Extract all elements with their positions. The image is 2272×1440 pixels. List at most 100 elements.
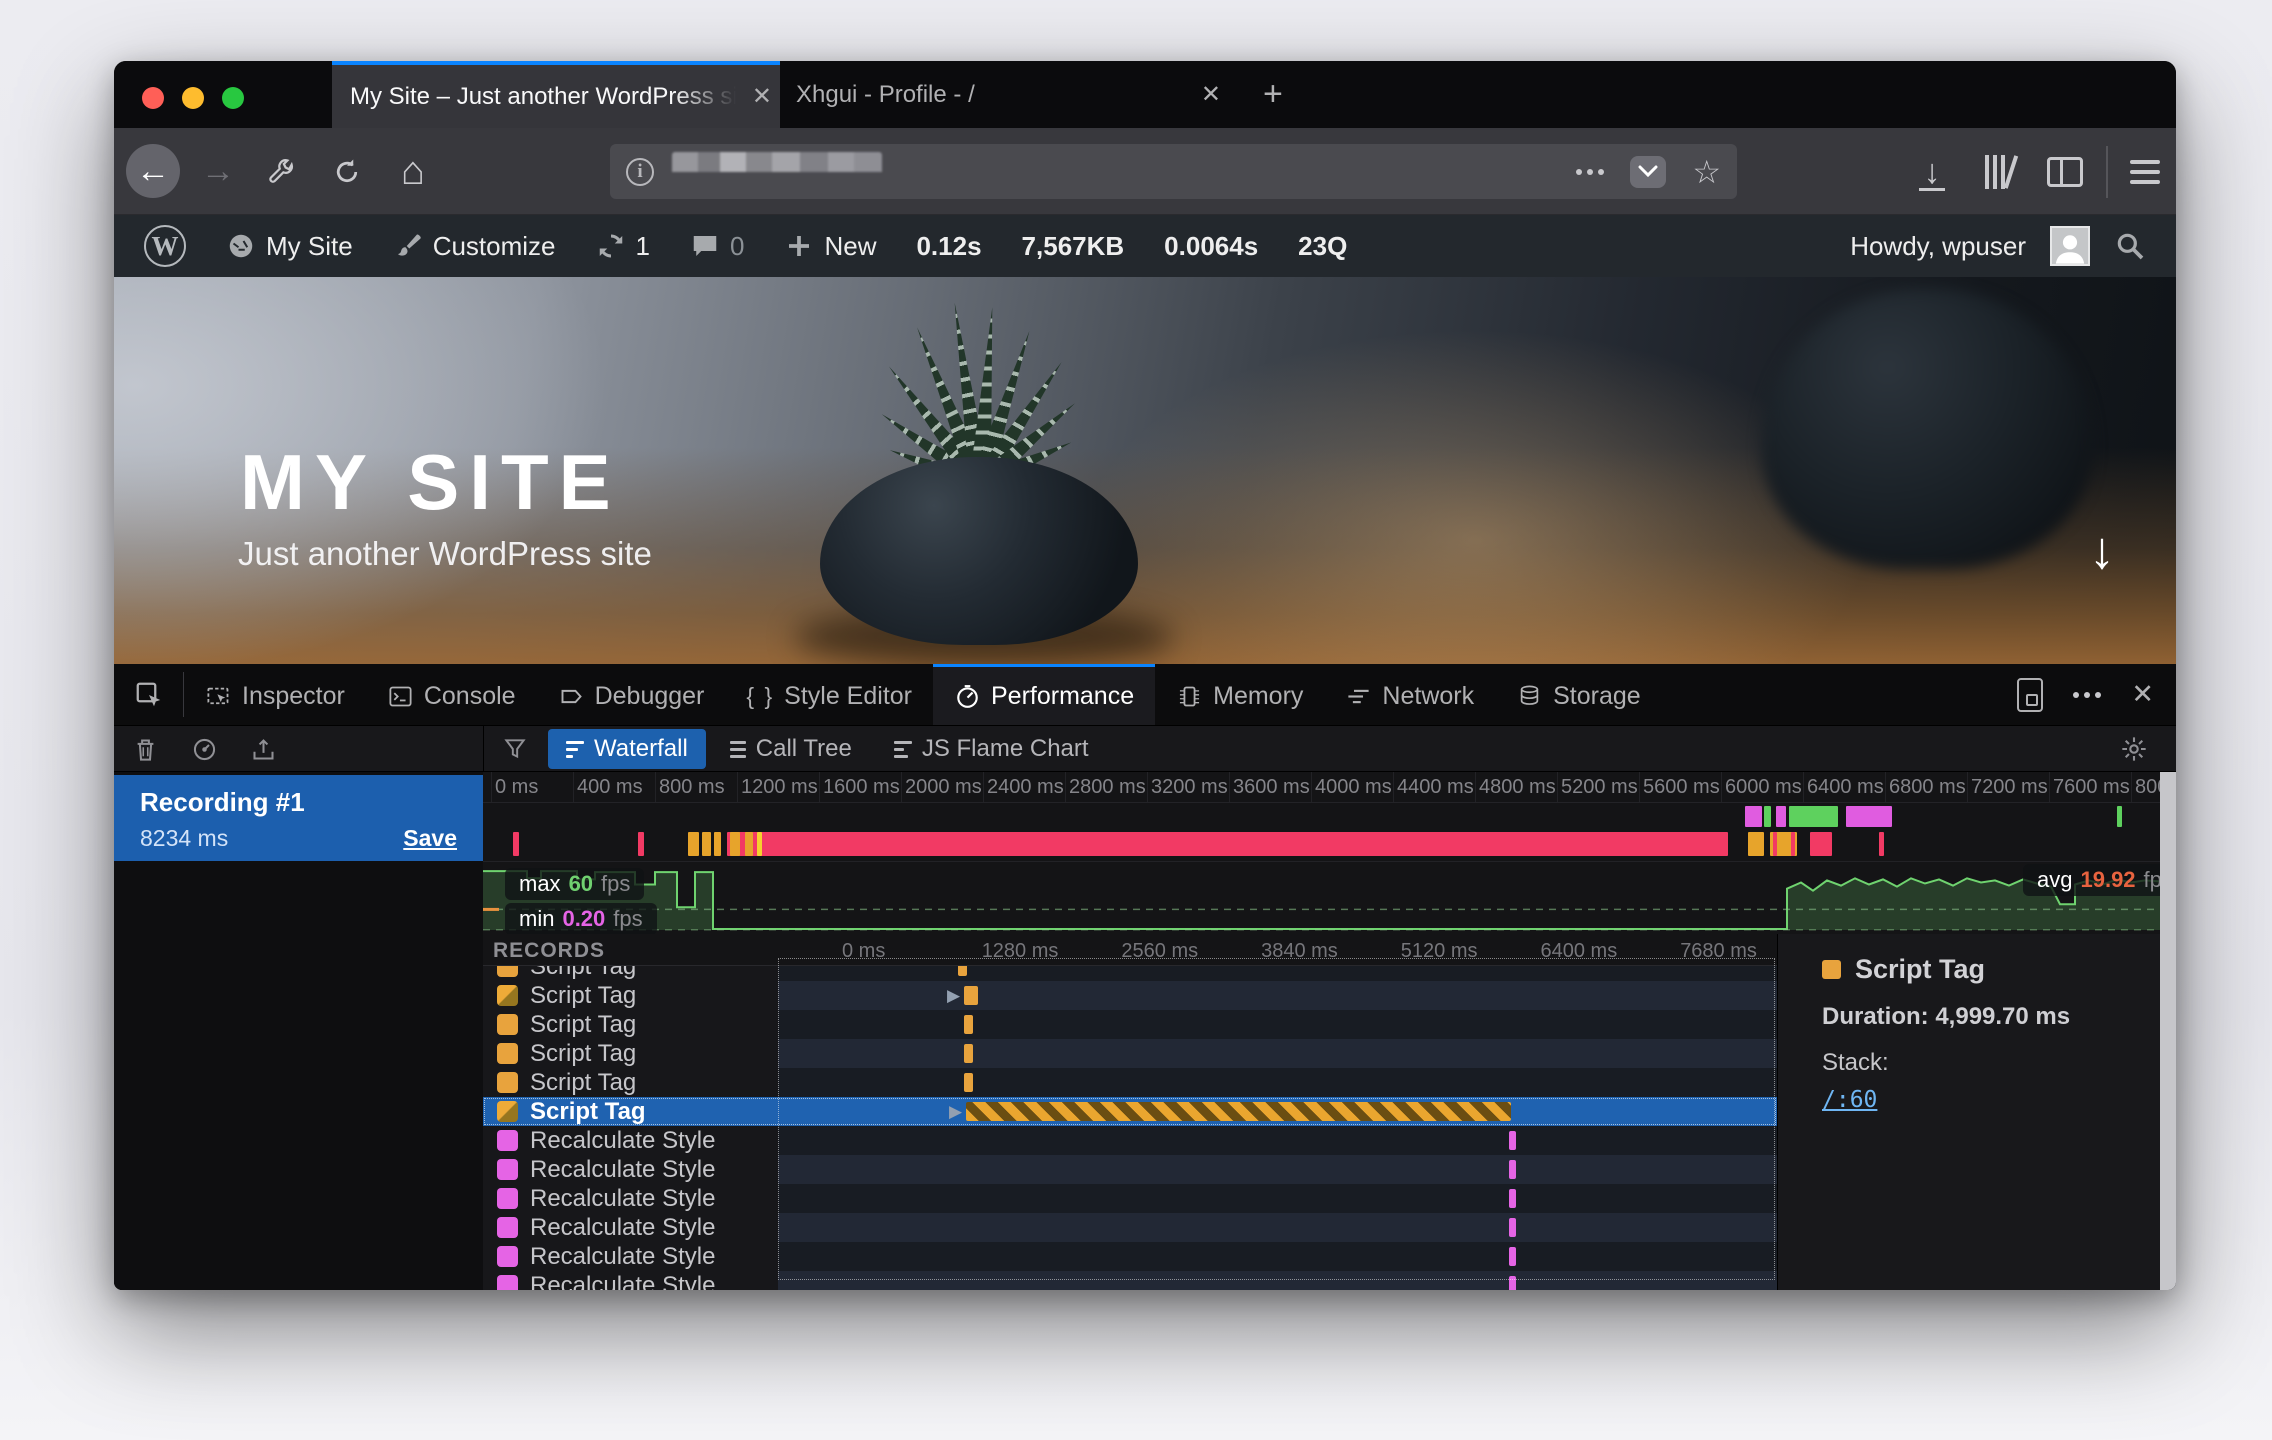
tab-close-icon[interactable]: ✕ xyxy=(1193,80,1229,109)
adminbar-stat-queries: 23Q xyxy=(1298,231,1347,262)
expander-icon[interactable]: ▶ xyxy=(947,986,960,1006)
record-row-script[interactable]: Script Tag▶ xyxy=(483,1097,1777,1126)
record-row-style[interactable]: Recalculate Style xyxy=(483,1242,1777,1271)
record-row-style[interactable]: Recalculate Style xyxy=(483,1213,1777,1242)
record-row-script[interactable]: Script Tag xyxy=(483,1010,1777,1039)
forward-button[interactable]: → xyxy=(195,128,241,215)
adminbar-new[interactable]: New xyxy=(784,231,876,262)
devtools-meatball-menu-icon[interactable] xyxy=(2073,692,2101,698)
downloads-button[interactable]: ↓ xyxy=(1909,128,1955,215)
page-tools-button[interactable] xyxy=(258,128,304,215)
clear-recordings-trash-icon[interactable] xyxy=(132,736,159,763)
pocket-icon[interactable] xyxy=(1630,156,1666,188)
ruler-tick-label: 1200 ms xyxy=(741,776,818,799)
back-button[interactable]: ← xyxy=(126,144,180,198)
dock-options-icon[interactable] xyxy=(2017,678,2043,712)
zoom-window-button[interactable] xyxy=(222,87,244,109)
devtools-close-icon[interactable]: ✕ xyxy=(2131,679,2154,710)
devtools-tab-memory[interactable]: Memory xyxy=(1155,664,1324,725)
records-list[interactable]: Script TagScript Tag▶Script TagScript Ta… xyxy=(483,966,1777,1290)
library-button[interactable] xyxy=(1976,128,2022,215)
inspector-icon xyxy=(205,683,232,710)
tab-label: Debugger xyxy=(595,682,705,711)
devtools-tab-debugger[interactable]: Debugger xyxy=(537,664,726,725)
record-row-style[interactable]: Recalculate Style xyxy=(483,1184,1777,1213)
wp-logo-button[interactable]: W xyxy=(144,225,186,267)
record-row-style[interactable]: Recalculate Style xyxy=(483,1126,1777,1155)
stack-source-link[interactable]: /:60 xyxy=(1822,1087,2160,1113)
minimize-window-button[interactable] xyxy=(182,87,204,109)
settings-gear-icon[interactable] xyxy=(2120,735,2148,763)
script-marker-icon xyxy=(497,1043,518,1064)
adminbar-site-name[interactable]: My Site xyxy=(226,231,353,262)
reload-button[interactable] xyxy=(324,128,370,215)
updates-icon xyxy=(596,231,626,261)
records-ruler-label: 1280 ms xyxy=(982,940,1059,963)
forward-icon: → xyxy=(201,152,235,191)
ruler-tick-label: 5200 ms xyxy=(1561,776,1638,799)
ruler-tick-label: 400 ms xyxy=(577,776,643,799)
close-window-button[interactable] xyxy=(142,87,164,109)
adminbar-customize[interactable]: Customize xyxy=(393,231,556,262)
view-tab-label: JS Flame Chart xyxy=(922,735,1089,763)
view-tab-waterfall[interactable]: Waterfall xyxy=(548,729,706,769)
browser-window: My Site – Just another WordPress si ✕ Xh… xyxy=(114,61,2176,1290)
overview-segment-violet xyxy=(1745,806,1762,827)
devtools-tab-inspector[interactable]: Inspector xyxy=(184,664,366,725)
devtools-tab-storage[interactable]: Storage xyxy=(1495,664,1662,725)
tab-label: Inspector xyxy=(242,682,345,711)
recording-item[interactable]: Recording #1 8234 ms Save xyxy=(114,775,483,861)
tab-label: Storage xyxy=(1553,682,1641,711)
timeline-ruler[interactable]: 0 ms400 ms800 ms1200 ms1600 ms2000 ms240… xyxy=(483,772,2176,803)
home-button[interactable]: ⌂ xyxy=(390,128,436,215)
menu-button[interactable] xyxy=(2120,128,2170,215)
devtools-tab-network[interactable]: Network xyxy=(1324,664,1495,725)
save-recording-link[interactable]: Save xyxy=(403,825,457,852)
overview-segment-orange xyxy=(688,832,699,856)
adminbar-updates[interactable]: 1 xyxy=(596,231,650,262)
view-tab-label: Call Tree xyxy=(756,735,852,763)
tab-close-icon[interactable]: ✕ xyxy=(744,82,780,111)
devtools-tab-performance[interactable]: Performance xyxy=(933,664,1155,725)
url-bar[interactable]: i ☆ xyxy=(610,144,1737,199)
stack-label: Stack: xyxy=(1822,1049,2160,1077)
record-performance-icon[interactable] xyxy=(191,736,218,763)
scroll-down-arrow[interactable]: ↓ xyxy=(2089,521,2115,581)
node-picker-button[interactable] xyxy=(114,672,184,717)
new-tab-button[interactable]: + xyxy=(1255,75,1291,114)
search-icon[interactable] xyxy=(2114,230,2146,262)
record-row-style[interactable]: Recalculate Style xyxy=(483,1155,1777,1184)
import-recording-icon[interactable] xyxy=(250,736,277,763)
adminbar-stat-time: 0.12s xyxy=(916,231,981,262)
record-label: Recalculate Style xyxy=(530,1127,715,1155)
record-row-script[interactable]: Script Tag xyxy=(483,966,1777,981)
page-scrollbar[interactable] xyxy=(2160,772,2176,1290)
record-row-style[interactable]: Recalculate Style xyxy=(483,1271,1777,1290)
expander-icon[interactable]: ▶ xyxy=(949,1102,962,1122)
devtools-tab-style-editor[interactable]: { }Style Editor xyxy=(725,664,933,725)
devtools-tab-console[interactable]: Console xyxy=(366,664,537,725)
storage-icon xyxy=(1516,683,1543,710)
view-tab-call-tree[interactable]: Call Tree xyxy=(712,729,870,769)
devtools-panel: Inspector Console Debugger { }Style EditorP… xyxy=(114,664,2176,1290)
sidebars-button[interactable] xyxy=(2042,128,2088,215)
performance-toolbar: Waterfall Call Tree JS Flame Chart xyxy=(114,726,2176,772)
avatar[interactable] xyxy=(2050,226,2090,266)
filter-icon[interactable] xyxy=(502,736,528,762)
record-row-script[interactable]: Script Tag xyxy=(483,1068,1777,1097)
record-row-script[interactable]: Script Tag xyxy=(483,1039,1777,1068)
adminbar-comments[interactable]: 0 xyxy=(690,231,744,262)
page-actions-icon[interactable] xyxy=(1576,169,1604,175)
adminbar-howdy[interactable]: Howdy, wpuser xyxy=(1850,231,2026,262)
tab-my-site[interactable]: My Site – Just another WordPress si ✕ xyxy=(332,61,780,128)
bookmark-star-icon[interactable]: ☆ xyxy=(1692,153,1721,191)
style-marker-icon xyxy=(497,1275,518,1290)
record-row-script[interactable]: Script Tag▶ xyxy=(483,981,1777,1010)
tab-xhgui[interactable]: Xhgui - Profile - / ✕ xyxy=(780,61,1229,128)
framerate-graph[interactable]: max60fps min0.20fps avg19.92fps xyxy=(483,861,2176,934)
view-tab-js-flame-chart[interactable]: JS Flame Chart xyxy=(876,729,1107,769)
ruler-tick-label: 3600 ms xyxy=(1233,776,1310,799)
overview-graph[interactable] xyxy=(483,803,2176,861)
waterfall-overview-track xyxy=(483,832,2176,856)
site-info-icon[interactable]: i xyxy=(626,158,654,186)
